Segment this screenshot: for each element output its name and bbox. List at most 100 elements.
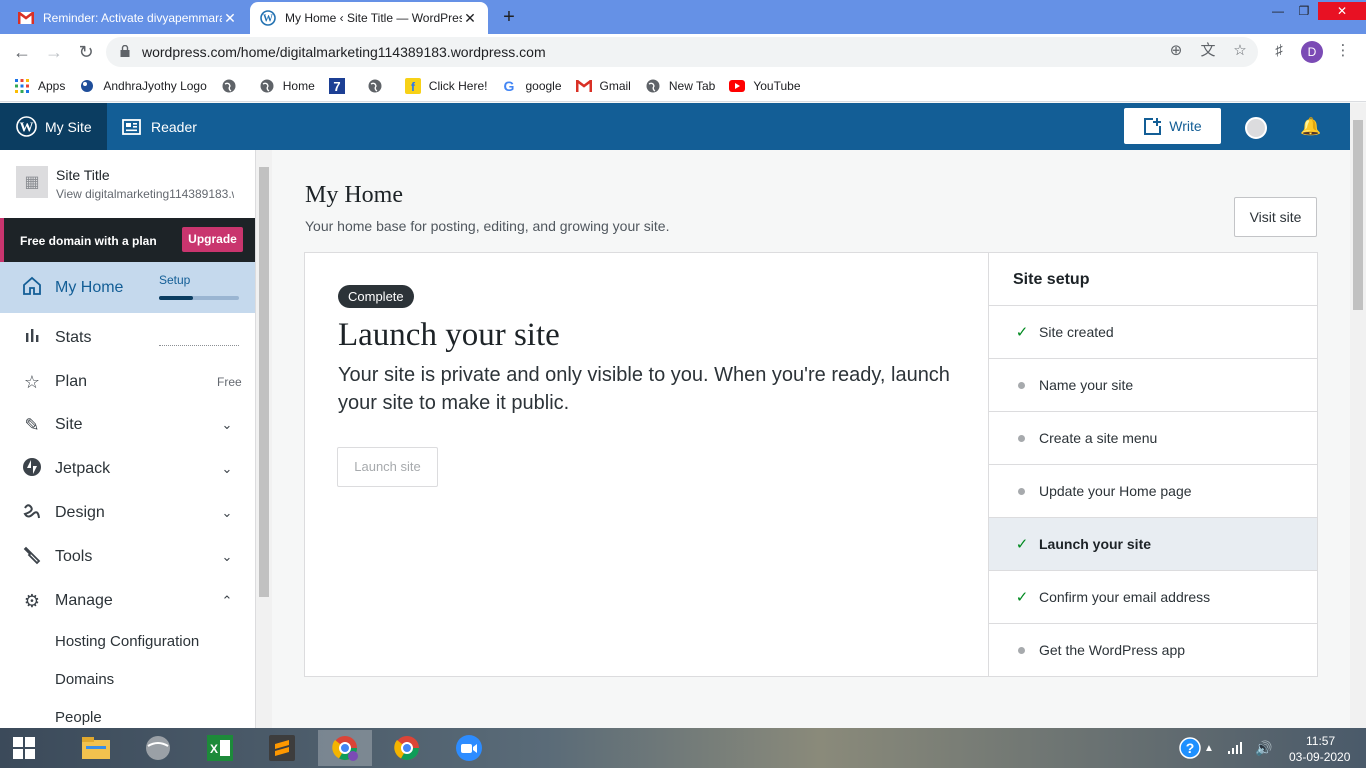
- bookmark-globe[interactable]: [221, 78, 245, 94]
- window-close-button[interactable]: ✕: [1318, 2, 1366, 20]
- excel-icon[interactable]: X: [204, 733, 236, 763]
- reload-icon[interactable]: ↻: [75, 41, 97, 63]
- bookmark-star-icon[interactable]: ☆: [1231, 42, 1249, 60]
- youtube-icon: [729, 78, 746, 94]
- sublime-icon[interactable]: [266, 733, 298, 763]
- tab-gmail[interactable]: Reminder: Activate divyapemmaraju ✕: [8, 2, 248, 34]
- clock-time[interactable]: 11:57: [1306, 734, 1335, 748]
- write-button[interactable]: Write: [1124, 108, 1221, 144]
- add-icon[interactable]: ⊕: [1167, 42, 1185, 60]
- site-url-link[interactable]: View digitalmarketing114389183.wordpress…: [56, 187, 234, 201]
- chevron-up-icon[interactable]: ▲: [1200, 733, 1218, 763]
- back-icon[interactable]: ←: [11, 41, 33, 63]
- close-icon[interactable]: ✕: [462, 10, 478, 27]
- zoom-icon[interactable]: [453, 733, 485, 763]
- forward-icon[interactable]: →: [43, 41, 65, 63]
- checklist-item-label: Launch your site: [1039, 536, 1152, 552]
- user-avatar[interactable]: [1245, 117, 1267, 139]
- upsell-banner[interactable]: Free domain with a plan Upgrade: [0, 218, 255, 262]
- bookmark-new-tab[interactable]: New Tab: [645, 78, 715, 94]
- bookmark-google[interactable]: G google: [501, 78, 561, 94]
- sidebar-item-stats[interactable]: Stats: [0, 316, 255, 360]
- new-tab-button[interactable]: +: [499, 6, 519, 28]
- checklist-item-label: Name your site: [1039, 377, 1134, 393]
- chevron-down-icon: ⌄: [221, 505, 233, 520]
- more-menu-icon[interactable]: ⋮: [1334, 42, 1352, 60]
- sidebar-item-my-home[interactable]: My Home Setup: [0, 262, 255, 313]
- volume-icon[interactable]: 🔊: [1252, 733, 1276, 763]
- upgrade-button[interactable]: Upgrade: [182, 227, 243, 252]
- checklist-item-label: Create a site menu: [1039, 430, 1158, 446]
- checklist-item[interactable]: Create a site menu: [989, 411, 1317, 464]
- bookmark-label: Gmail: [599, 78, 631, 93]
- sidebar-item-tools[interactable]: Tools ⌄: [0, 535, 255, 579]
- visit-site-button[interactable]: Visit site: [1234, 197, 1317, 237]
- file-explorer-icon[interactable]: [80, 733, 112, 763]
- globe-icon: [367, 78, 383, 94]
- checklist-item-label: Get the WordPress app: [1039, 642, 1186, 658]
- page-scroll-thumb[interactable]: [1353, 120, 1363, 310]
- network-icon[interactable]: [1224, 733, 1248, 763]
- bookmark-seven[interactable]: 7: [328, 77, 353, 94]
- checkmark-icon: ✓: [1015, 324, 1029, 341]
- sidebar-item-label: Manage: [55, 592, 113, 609]
- google-earth-pro-icon[interactable]: [142, 733, 174, 763]
- reader-button[interactable]: Reader: [122, 103, 197, 150]
- sidebar-scrollbar[interactable]: [256, 150, 272, 728]
- sidebar-item-site[interactable]: ✎ Site ⌄: [0, 403, 255, 447]
- sidebar-item-manage[interactable]: ⚙ Manage ⌃: [0, 579, 255, 623]
- lock-icon[interactable]: [120, 44, 132, 59]
- checklist-item[interactable]: ✓ Confirm your email address: [989, 570, 1317, 623]
- restore-icon[interactable]: ❐: [1290, 2, 1318, 20]
- checklist-item[interactable]: Get the WordPress app: [989, 623, 1317, 676]
- bookmark-globe-2[interactable]: [367, 78, 391, 94]
- bookmark-home[interactable]: Home: [259, 78, 315, 94]
- sidebar-scroll-thumb[interactable]: [259, 167, 269, 597]
- bookmark-label: AndhraJyothy Logo: [103, 78, 207, 93]
- bookmark-youtube[interactable]: YouTube: [729, 78, 801, 94]
- site-card[interactable]: ▦ Site Title View digitalmarketing114389…: [0, 150, 255, 218]
- extensions-icon[interactable]: ♯: [1270, 42, 1288, 60]
- bookmark-andhrajyothy[interactable]: AndhraJyothy Logo: [79, 78, 207, 94]
- bookmark-click-here[interactable]: f Click Here!: [404, 77, 487, 94]
- translate-icon[interactable]: 文: [1199, 42, 1217, 60]
- chrome-icon[interactable]: [391, 733, 423, 763]
- bookmark-gmail[interactable]: Gmail: [575, 78, 631, 94]
- clock-date[interactable]: 03-09-2020: [1289, 750, 1350, 764]
- bookmark-label: Apps: [38, 78, 66, 93]
- windows-start-icon[interactable]: [8, 733, 40, 763]
- submenu-item-people[interactable]: People: [55, 709, 102, 726]
- upsell-text: Free domain with a plan: [20, 234, 157, 248]
- checklist-item[interactable]: Update your Home page: [989, 464, 1317, 517]
- submenu-item-hosting[interactable]: Hosting Configuration: [55, 633, 199, 650]
- profile-avatar[interactable]: D: [1301, 41, 1323, 63]
- chevron-up-icon: ⌃: [221, 593, 233, 608]
- bookmark-apps[interactable]: Apps: [14, 78, 65, 94]
- minimize-icon[interactable]: —: [1264, 2, 1292, 20]
- page-subtitle: Your home base for posting, editing, and…: [305, 218, 670, 234]
- my-site-button[interactable]: W My Site: [0, 103, 107, 150]
- checklist-item[interactable]: Name your site: [989, 358, 1317, 411]
- dot-icon: [1018, 381, 1025, 389]
- address-bar[interactable]: wordpress.com/home/digitalmarketing11438…: [106, 37, 1258, 67]
- launch-site-button[interactable]: Launch site: [337, 447, 438, 487]
- sidebar-item-plan[interactable]: ☆ Plan Free: [0, 360, 255, 404]
- checklist-item-selected[interactable]: ✓ Launch your site: [989, 517, 1317, 570]
- sidebar-item-label: Stats: [55, 329, 92, 346]
- tab-wordpress[interactable]: W My Home ‹ Site Title — WordPress.com ✕: [250, 2, 488, 34]
- sidebar-item-design[interactable]: Design ⌄: [0, 491, 255, 535]
- checklist-item[interactable]: ✓ Site created: [989, 305, 1317, 358]
- close-icon[interactable]: ✕: [222, 10, 238, 27]
- bookmark-label: New Tab: [668, 78, 716, 93]
- submenu-item-domains[interactable]: Domains: [55, 671, 114, 688]
- dot-icon: [1018, 434, 1025, 442]
- page-scrollbar[interactable]: [1350, 103, 1366, 728]
- design-icon: [20, 501, 44, 525]
- notifications-bell-icon[interactable]: 🔔: [1300, 117, 1321, 137]
- sidebar-item-label: Site: [55, 416, 83, 433]
- chrome-profile-icon[interactable]: [318, 730, 372, 766]
- bookmark-label: YouTube: [753, 78, 801, 93]
- sidebar-item-jetpack[interactable]: Jetpack ⌄: [0, 447, 255, 491]
- plan-badge: Free: [217, 375, 242, 389]
- bookmark-label: Home: [282, 78, 315, 93]
